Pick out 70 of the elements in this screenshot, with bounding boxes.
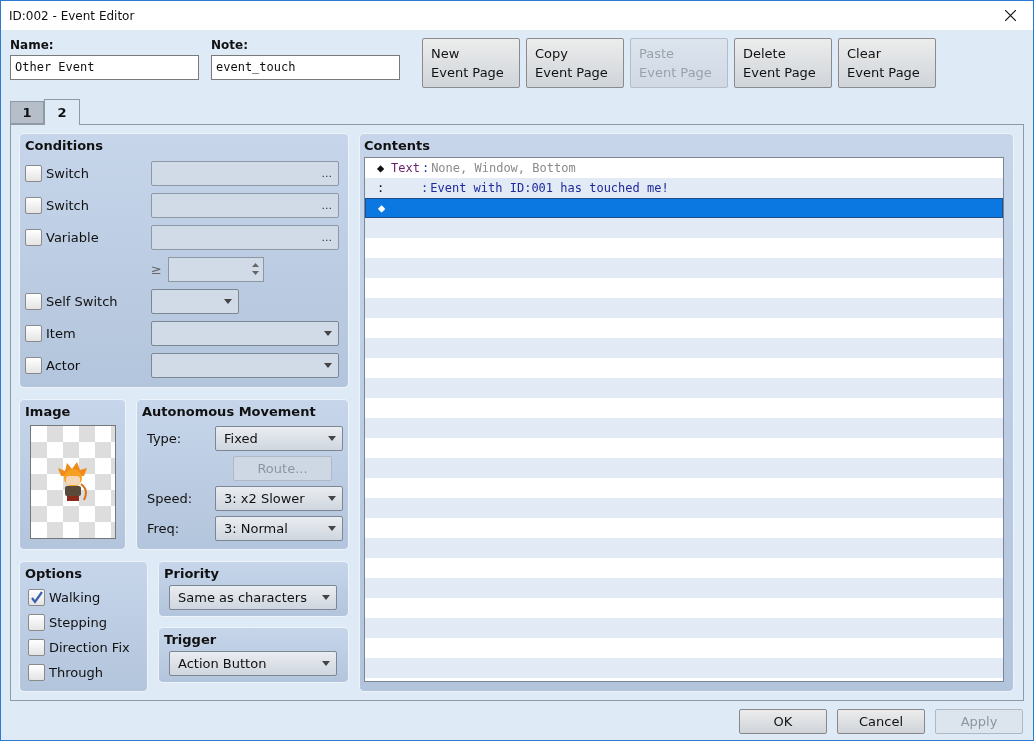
checkbox[interactable] xyxy=(25,356,42,374)
comparison-symbol: ≥ xyxy=(151,261,162,277)
picker-field[interactable]: ... xyxy=(151,192,339,218)
page-tab[interactable]: 1 xyxy=(10,101,44,124)
condition-label: Self Switch xyxy=(46,293,118,309)
caret-icon xyxy=(328,495,336,501)
dropdown[interactable] xyxy=(151,320,339,346)
checkbox[interactable] xyxy=(25,196,42,214)
caret-icon xyxy=(328,435,336,441)
text-field[interactable]: event_touch xyxy=(211,55,400,80)
checkbox[interactable] xyxy=(28,664,45,681)
close-icon xyxy=(1004,10,1016,21)
picker-field[interactable]: ... xyxy=(151,224,339,250)
image-preview[interactable] xyxy=(30,425,116,539)
dialog-button[interactable]: Cancel xyxy=(837,709,925,734)
checkbox[interactable] xyxy=(28,639,45,656)
condition-label: Variable xyxy=(46,229,99,245)
picker-field[interactable]: ... xyxy=(151,160,339,186)
caret-icon xyxy=(324,362,332,368)
option-label: Through xyxy=(49,665,103,680)
spinner-arrows-icon xyxy=(251,262,259,276)
caret-icon xyxy=(328,525,336,531)
page-tab[interactable]: 2 xyxy=(44,99,80,125)
condition-label: Actor xyxy=(46,357,81,373)
event-command-list[interactable]: ◆ Text : None, Window, Bottom : : Event with ID:001 has touched me! ◆ xyxy=(364,157,1004,682)
number-spinner[interactable] xyxy=(167,256,264,282)
caret-icon xyxy=(324,330,332,336)
panel-title: Contents xyxy=(364,138,431,153)
dialog-button[interactable]: OK xyxy=(739,709,827,734)
caret-icon xyxy=(322,661,330,666)
option-label: Walking xyxy=(49,590,101,605)
event-page-button[interactable]: Copy Event Page xyxy=(526,38,624,88)
checkbox[interactable] xyxy=(25,164,42,182)
dropdown[interactable]: 3: x2 Slower xyxy=(215,485,343,511)
command-row[interactable]: ◆ xyxy=(365,198,1003,218)
text-field[interactable]: Other Event xyxy=(10,55,199,80)
window-title: ID:002 - Event Editor xyxy=(9,8,135,23)
event-page-button[interactable]: Clear Event Page xyxy=(838,38,936,88)
event-page-button[interactable]: Delete Event Page xyxy=(734,38,832,88)
condition-label: Switch xyxy=(46,197,89,213)
dropdown[interactable] xyxy=(151,352,339,378)
panel-title: Trigger xyxy=(164,632,218,647)
option-label: Stepping xyxy=(49,615,107,630)
field-label: Freq: xyxy=(147,520,180,536)
dropdown[interactable] xyxy=(151,288,239,314)
condition-label: Item xyxy=(46,325,76,341)
checkbox[interactable] xyxy=(25,292,42,310)
dropdown[interactable]: 3: Normal xyxy=(215,515,343,541)
caret-icon xyxy=(224,298,232,304)
event-page-button[interactable]: New Event Page xyxy=(422,38,520,88)
dropdown[interactable]: Fixed xyxy=(215,425,343,451)
checkbox[interactable] xyxy=(25,324,42,342)
caret-icon xyxy=(322,595,330,600)
panel-title: Image xyxy=(25,404,72,419)
dropdown[interactable]: Same as characters xyxy=(169,585,337,610)
checkbox[interactable] xyxy=(25,228,42,246)
dropdown[interactable]: Action Button xyxy=(169,651,337,676)
condition-label: Switch xyxy=(46,165,89,181)
panel-title: Autonomous Movement xyxy=(142,404,317,419)
panel-title: Options xyxy=(25,566,83,581)
field-label: Speed: xyxy=(147,490,193,506)
option-label: Direction Fix xyxy=(49,640,130,655)
panel-title: Priority xyxy=(164,566,220,581)
panel-title: Conditions xyxy=(25,138,105,153)
checkbox[interactable] xyxy=(28,614,45,631)
field-label: Note: xyxy=(211,38,249,52)
checkbox[interactable] xyxy=(28,589,45,606)
field-label: Name: xyxy=(10,38,55,52)
character-sprite-drawing xyxy=(56,462,90,502)
field-label: Type: xyxy=(147,430,182,446)
